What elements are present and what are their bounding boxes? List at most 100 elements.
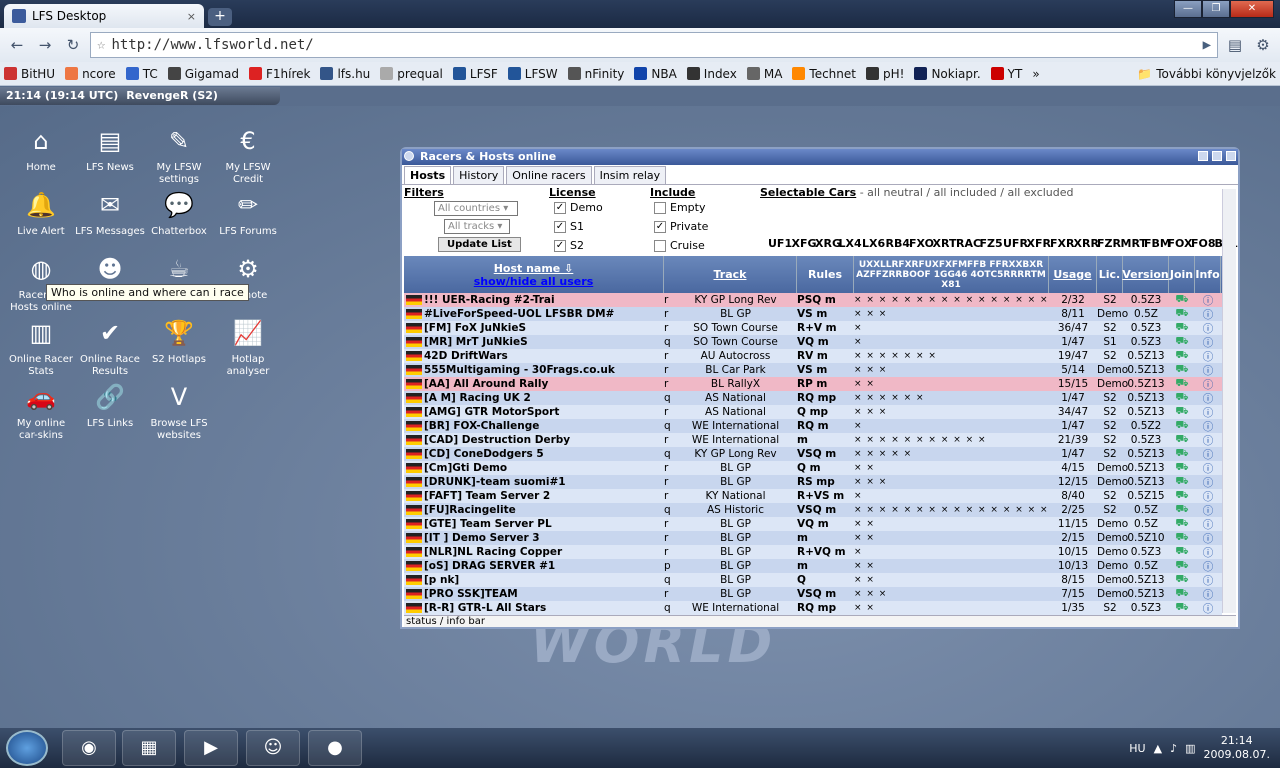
join-icon[interactable]: ⛟	[1169, 377, 1195, 391]
join-icon[interactable]: ⛟	[1169, 363, 1195, 377]
table-row[interactable]: [NLR]NL Racing Copper r BL GP R+VQ m × 10/15…	[404, 545, 1222, 559]
browser-tab[interactable]: LFS Desktop ×	[4, 4, 204, 28]
car-toggle[interactable]: FO8	[1189, 238, 1216, 250]
lfs-taskbar-icon[interactable]: ●	[308, 730, 362, 766]
cell-host[interactable]: 42D DriftWars	[424, 350, 664, 362]
minimize-button[interactable]: —	[1174, 0, 1202, 18]
join-icon[interactable]: ⛟	[1169, 503, 1195, 517]
license-s2-checkbox[interactable]: ✓ S2	[554, 239, 584, 252]
car-toggle[interactable]: FXR	[1048, 238, 1074, 250]
info-icon[interactable]: ⓘ	[1195, 335, 1221, 350]
forward-icon[interactable]: →	[34, 34, 56, 56]
car-toggle[interactable]: FXO	[907, 238, 934, 250]
join-icon[interactable]: ⛟	[1169, 405, 1195, 419]
desktop-icon[interactable]: ✎ My LFSW settings	[144, 124, 214, 186]
cell-host[interactable]: [BR] FOX-Challenge	[424, 420, 664, 432]
window-scrollbar[interactable]	[1222, 189, 1236, 613]
info-icon[interactable]: ⓘ	[1195, 307, 1221, 322]
car-toggle[interactable]: RAC	[954, 238, 981, 250]
bookmark-item[interactable]: MA	[746, 67, 782, 81]
volume-icon[interactable]: ♪	[1170, 742, 1177, 755]
join-icon[interactable]: ⛟	[1169, 433, 1195, 447]
table-row[interactable]: [GTE] Team Server PL r BL GP VQ m × × 11/15 De…	[404, 517, 1222, 531]
bookmark-item[interactable]: nFinity	[567, 67, 624, 81]
table-row[interactable]: [DRUNK]-team suomi#1 r BL GP RS mp × × × 12/1…	[404, 475, 1222, 489]
page-menu-icon[interactable]: ▤	[1224, 34, 1246, 56]
show-hide-users-link[interactable]: show/hide all users	[474, 275, 594, 288]
desktop-icon[interactable]: ⌂ Home	[6, 124, 76, 174]
cell-host[interactable]: [p nk]	[424, 574, 664, 586]
maximize-button[interactable]: ❐	[1202, 0, 1230, 18]
include-empty-checkbox[interactable]: Empty	[654, 201, 705, 214]
cell-host[interactable]: 555Multigaming - 30Frags.co.uk	[424, 364, 664, 376]
join-icon[interactable]: ⛟	[1169, 335, 1195, 349]
table-row[interactable]: #LiveForSpeed-UOL LFSBR DM# r BL GP VS m × ×…	[404, 307, 1222, 321]
join-icon[interactable]: ⛟	[1169, 447, 1195, 461]
info-icon[interactable]: ⓘ	[1195, 349, 1221, 364]
info-icon[interactable]: ⓘ	[1195, 405, 1221, 420]
info-icon[interactable]: ⓘ	[1195, 601, 1221, 616]
table-row[interactable]: [oS] DRAG SERVER #1 p BL GP m × × 10/13 Demo 0.…	[404, 559, 1222, 573]
desktop-icon[interactable]: ◍ Racers & Hosts online	[6, 252, 76, 314]
cell-host[interactable]: #LiveForSpeed-UOL LFSBR DM#	[424, 308, 664, 320]
cell-host[interactable]: [MR] MrT JuNkieS	[424, 336, 664, 348]
cell-host[interactable]: [R-R] GTR-L All Stars	[424, 602, 664, 614]
info-icon[interactable]: ⓘ	[1195, 545, 1221, 560]
back-icon[interactable]: ←	[6, 34, 28, 56]
window-tab[interactable]: Insim relay	[593, 166, 667, 184]
other-bookmarks[interactable]: 📁 További könyvjelzők	[1137, 67, 1276, 81]
license-s1-checkbox[interactable]: ✓ S1	[554, 220, 584, 233]
window-title[interactable]: Racers & Hosts online	[402, 149, 1238, 165]
license-demo-checkbox[interactable]: ✓ Demo	[554, 201, 603, 214]
cell-host[interactable]: [GTE] Team Server PL	[424, 518, 664, 530]
network-icon[interactable]: ▥	[1185, 742, 1195, 755]
language-indicator[interactable]: HU	[1129, 742, 1145, 755]
join-icon[interactable]: ⛟	[1169, 321, 1195, 335]
desktop-icon[interactable]: 📈 Hotlap analyser	[213, 316, 283, 378]
table-row[interactable]: [FU]Racingelite q AS Historic VSQ m × × × × …	[404, 503, 1222, 517]
bookmark-item[interactable]: pH!	[865, 67, 904, 81]
bookmark-item[interactable]: Index	[686, 67, 737, 81]
car-toggle[interactable]: XFR	[1025, 238, 1051, 250]
table-row[interactable]: [FM] FoX JuNkieS r SO Town Course R+V m × 36…	[404, 321, 1222, 335]
info-icon[interactable]: ⓘ	[1195, 363, 1221, 378]
bookmark-item[interactable]: NBA	[634, 67, 677, 81]
desktop-icon[interactable]: 🚗 My online car-skins	[6, 380, 76, 442]
info-icon[interactable]: ⓘ	[1195, 573, 1221, 588]
info-icon[interactable]: ⓘ	[1195, 587, 1221, 602]
media-taskbar-icon[interactable]: ▶	[184, 730, 238, 766]
clock[interactable]: 21:14 2009.08.07.	[1204, 734, 1270, 762]
cars-options[interactable]: - all neutral / all included / all exclu…	[856, 186, 1074, 199]
cell-host[interactable]: !!! UER-Racing #2-Trai	[424, 294, 664, 306]
close-button[interactable]: ✕	[1230, 0, 1274, 18]
wrench-menu-icon[interactable]: ⚙	[1252, 34, 1274, 56]
host-header[interactable]: Host name ⇩	[494, 262, 574, 275]
cell-host[interactable]: [DRUNK]-team suomi#1	[424, 476, 664, 488]
car-toggle[interactable]: FZ5	[978, 238, 1003, 250]
join-icon[interactable]: ⛟	[1169, 391, 1195, 405]
info-icon[interactable]: ⓘ	[1195, 503, 1221, 518]
car-toggle[interactable]: XRR	[1072, 238, 1099, 250]
desktop-icon[interactable]: ✏ LFS Forums	[213, 188, 283, 238]
info-icon[interactable]: ⓘ	[1195, 517, 1221, 532]
window-tab[interactable]: Hosts	[404, 166, 452, 184]
join-icon[interactable]: ⛟	[1169, 489, 1195, 503]
update-list-button[interactable]: Update List	[438, 237, 521, 252]
tray-expand-icon[interactable]: ▲	[1154, 742, 1162, 755]
bookmark-item[interactable]: Technet	[792, 67, 856, 81]
table-row[interactable]: !!! UER-Racing #2-Trai r KY GP Long Rev PSQ…	[404, 293, 1222, 307]
join-icon[interactable]: ⛟	[1169, 531, 1195, 545]
window-tab[interactable]: Online racers	[506, 166, 592, 184]
cell-host[interactable]: [A M] Racing UK 2	[424, 392, 664, 404]
new-tab-button[interactable]: +	[208, 8, 232, 26]
table-row[interactable]: [FAFT] Team Server 2 r KY National R+VS m ×…	[404, 489, 1222, 503]
cell-host[interactable]: [AA] All Around Rally	[424, 378, 664, 390]
network-taskbar-icon[interactable]: ☺	[246, 730, 300, 766]
info-icon[interactable]: ⓘ	[1195, 559, 1221, 574]
table-row[interactable]: 42D DriftWars r AU Autocross RV m × × × × ×…	[404, 349, 1222, 363]
table-row[interactable]: [IT ] Demo Server 3 r BL GP m × × 2/15 Demo 0.…	[404, 531, 1222, 545]
car-toggle[interactable]: FBM	[1142, 238, 1171, 250]
desktop-icon[interactable]: 💬 Chatterbox	[144, 188, 214, 238]
address-bar[interactable]: ☆ http://www.lfsworld.net/ ▶	[90, 32, 1218, 58]
include-private-checkbox[interactable]: ✓ Private	[654, 220, 708, 233]
